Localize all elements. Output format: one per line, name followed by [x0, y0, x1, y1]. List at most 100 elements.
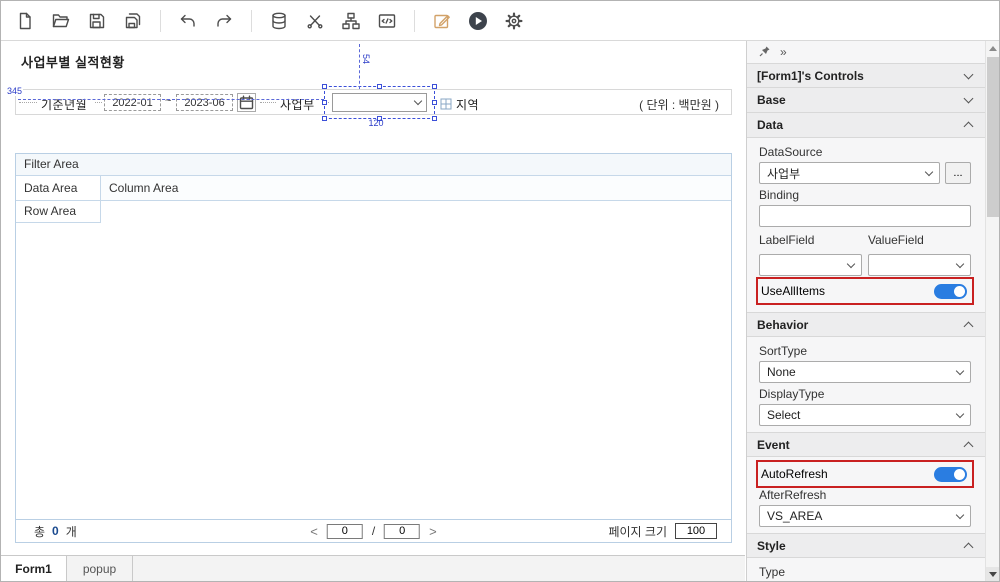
- resize-handle[interactable]: [322, 100, 327, 105]
- tab-popup[interactable]: popup: [67, 556, 133, 582]
- section-base-label: Base: [757, 93, 786, 107]
- section-style[interactable]: Style: [747, 533, 985, 558]
- chevron-down-icon: [956, 259, 964, 267]
- next-page-button[interactable]: >: [429, 525, 437, 538]
- date-to-input[interactable]: [176, 94, 233, 111]
- open-button[interactable]: [49, 9, 73, 33]
- filter-area-zone[interactable]: Filter Area: [16, 154, 731, 176]
- chevron-down-icon: [964, 69, 974, 79]
- save-icon: [87, 11, 107, 31]
- undo-icon: [178, 11, 198, 31]
- behavior-section-content: SortType None DisplayType Select: [747, 337, 985, 432]
- redo-button[interactable]: [212, 9, 236, 33]
- resize-handle[interactable]: [322, 84, 327, 89]
- column-area-zone[interactable]: Column Area: [101, 176, 731, 200]
- pin-icon[interactable]: [759, 45, 771, 60]
- displaytype-select[interactable]: Select: [759, 404, 971, 426]
- total-count-group: 총 0 개: [34, 523, 77, 540]
- unit-note: ( 단위 : 백만원 ): [639, 96, 719, 113]
- data-area-zone[interactable]: Data Area: [16, 176, 101, 200]
- calendar-button[interactable]: [237, 93, 256, 112]
- useallitems-label: UseAllItems: [761, 284, 825, 298]
- afterrefresh-select[interactable]: VS_AREA: [759, 505, 971, 527]
- current-page-input[interactable]: [327, 524, 363, 539]
- layout-tree-button[interactable]: [339, 9, 363, 33]
- autorefresh-toggle[interactable]: [934, 467, 967, 482]
- triangle-up-icon: [989, 46, 997, 51]
- region-label: 지역: [456, 96, 479, 113]
- date-from-input[interactable]: [104, 94, 161, 111]
- new-document-button[interactable]: [13, 9, 37, 33]
- event-section-content: AutoRefresh AfterRefresh VS_AREA: [747, 457, 985, 533]
- calendar-icon: [239, 95, 254, 110]
- scroll-up-button[interactable]: [986, 41, 1000, 55]
- dataset-button[interactable]: [267, 9, 291, 33]
- labelfield-select[interactable]: [759, 254, 862, 276]
- new-document-icon: [15, 11, 35, 31]
- binding-input[interactable]: [759, 205, 971, 227]
- save-button[interactable]: [85, 9, 109, 33]
- chevron-down-icon: [956, 409, 964, 417]
- type-label: Type: [759, 566, 971, 579]
- tools-button[interactable]: [303, 9, 327, 33]
- panel-minibar: »: [747, 41, 985, 63]
- prev-page-button[interactable]: <: [310, 525, 318, 538]
- scroll-down-button[interactable]: [986, 567, 1000, 582]
- row-area-zone[interactable]: Row Area: [16, 201, 101, 223]
- scrollbar-thumb[interactable]: [987, 57, 999, 217]
- redo-icon: [214, 11, 234, 31]
- database-icon: [269, 11, 289, 31]
- dotted-guide: [260, 102, 276, 103]
- section-event[interactable]: Event: [747, 432, 985, 457]
- datasource-value: 사업부: [767, 165, 800, 182]
- chevron-up-icon: [964, 542, 974, 552]
- autorefresh-label: AutoRefresh: [761, 467, 828, 481]
- toolbar-separator: [160, 10, 161, 32]
- section-behavior-label: Behavior: [757, 318, 808, 332]
- valuefield-select[interactable]: [868, 254, 971, 276]
- resize-handle[interactable]: [377, 84, 382, 89]
- edit-button[interactable]: [430, 9, 454, 33]
- form-tabbar: Form1 popup: [1, 555, 745, 582]
- datasource-more-button[interactable]: ...: [945, 162, 971, 184]
- gear-icon: [504, 11, 524, 31]
- left-offset-guide-line: [18, 99, 324, 100]
- section-behavior[interactable]: Behavior: [747, 312, 985, 337]
- pivot-designer: Filter Area Data Area Column Area Row Ar…: [15, 153, 732, 543]
- page-size-group: 페이지 크기: [608, 523, 717, 540]
- total-prefix: 총: [34, 523, 45, 540]
- useallitems-toggle[interactable]: [934, 284, 967, 299]
- resize-handle[interactable]: [432, 84, 437, 89]
- undo-button[interactable]: [176, 9, 200, 33]
- controls-header[interactable]: [Form1]'s Controls: [747, 63, 985, 88]
- settings-button[interactable]: [502, 9, 526, 33]
- tab-form1[interactable]: Form1: [1, 556, 67, 582]
- page-size-input[interactable]: [675, 523, 717, 539]
- run-button[interactable]: [466, 9, 490, 33]
- save-all-button[interactable]: [121, 9, 145, 33]
- panel-scrollbar[interactable]: [985, 41, 999, 582]
- chevron-up-icon: [964, 321, 974, 331]
- toolbar-separator: [414, 10, 415, 32]
- grid-status-bar: 총 0 개 < / > 페이지 크기: [16, 519, 731, 542]
- resize-handle[interactable]: [432, 116, 437, 121]
- code-icon: [377, 11, 397, 31]
- datasource-select[interactable]: 사업부: [759, 162, 940, 184]
- section-data[interactable]: Data: [747, 113, 985, 138]
- useallitems-row: UseAllItems: [759, 280, 971, 302]
- dotted-guide: [19, 102, 37, 103]
- resize-handle[interactable]: [432, 100, 437, 105]
- afterrefresh-label: AfterRefresh: [759, 489, 971, 502]
- design-canvas: 사업부별 실적현황 345 54 120 기준년월 ~ 사업부: [1, 41, 745, 555]
- resize-handle[interactable]: [322, 116, 327, 121]
- section-base[interactable]: Base: [747, 88, 985, 113]
- chevron-down-icon: [847, 259, 855, 267]
- tools-icon: [305, 11, 325, 31]
- sorttype-select[interactable]: None: [759, 361, 971, 383]
- source-view-button[interactable]: [375, 9, 399, 33]
- collapse-panel-button[interactable]: »: [780, 45, 787, 59]
- dotted-guide: [95, 102, 102, 103]
- total-pages-input[interactable]: [384, 524, 420, 539]
- left-offset-guide-label: 345: [6, 86, 23, 96]
- main-toolbar: [1, 1, 999, 41]
